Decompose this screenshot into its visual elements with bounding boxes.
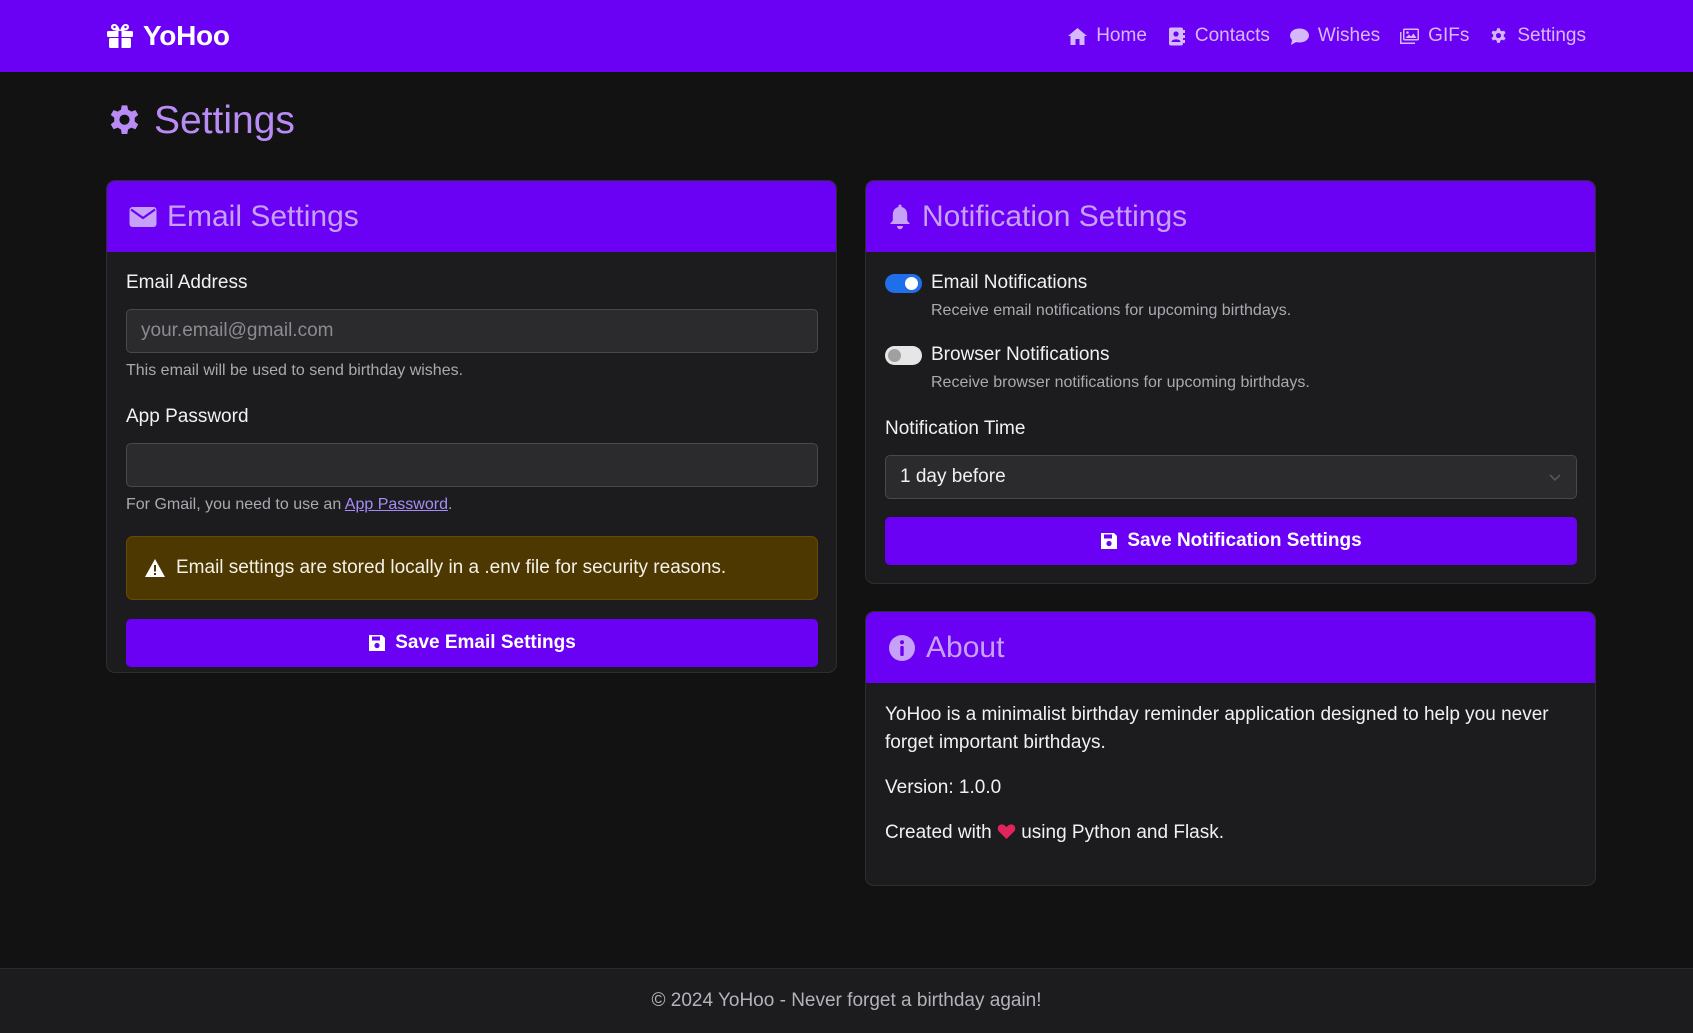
save-email-settings-button[interactable]: Save Email Settings <box>126 619 818 667</box>
navbar: YoHoo Home Contacts Wishes GIFs Settings <box>0 0 1693 72</box>
footer: © 2024 YoHoo - Never forget a birthday a… <box>0 968 1693 1033</box>
nav-home[interactable]: Home <box>1067 25 1147 47</box>
gear-icon <box>110 104 139 134</box>
browser-notifications-toggle[interactable] <box>885 346 922 365</box>
about-card: About YoHoo is a minimalist birthday rem… <box>865 611 1596 886</box>
save-email-settings-label: Save Email Settings <box>395 632 576 653</box>
info-circle-icon <box>889 634 915 661</box>
email-help-text: This email will be used to send birthday… <box>126 362 464 379</box>
security-warning-text: Email settings are stored locally in a .… <box>176 557 727 578</box>
email-notifications-label: Email Notifications <box>931 272 1088 293</box>
notification-settings-card: Notification Settings Email Notification… <box>865 180 1596 584</box>
about-credits: Created with using Python and Flask. <box>885 819 1576 847</box>
nav-wishes-label: Wishes <box>1317 25 1381 46</box>
heart-icon <box>997 824 1016 840</box>
chevron-down-icon <box>1549 474 1561 482</box>
browser-notifications-description: Receive browser notifications for upcomi… <box>931 374 1310 391</box>
app-password-link[interactable]: App Password <box>345 496 448 513</box>
address-book-icon <box>1168 27 1185 45</box>
notification-time-select[interactable]: 1 day before <box>885 455 1577 499</box>
app-password-input[interactable] <box>126 443 818 487</box>
nav-settings[interactable]: Settings <box>1488 25 1586 47</box>
nav-home-label: Home <box>1096 25 1147 46</box>
email-settings-card: Email Settings Email Address This email … <box>106 180 837 673</box>
footer-text: © 2024 YoHoo - Never forget a birthday a… <box>651 990 1042 1011</box>
notification-settings-title: Notification Settings <box>922 199 1188 233</box>
save-notification-settings-label: Save Notification Settings <box>1127 530 1362 551</box>
browser-notifications-label: Browser Notifications <box>931 344 1110 365</box>
home-icon <box>1068 27 1088 45</box>
brand-logo[interactable]: YoHoo <box>106 17 230 55</box>
nav-settings-label: Settings <box>1517 25 1586 46</box>
email-settings-title: Email Settings <box>167 199 359 233</box>
page-title: Settings <box>106 98 295 144</box>
nav-links: Home Contacts Wishes GIFs Settings <box>1067 22 1586 50</box>
comment-icon <box>1289 28 1309 45</box>
app-password-help: For Gmail, you need to use an App Passwo… <box>126 495 817 515</box>
email-notifications-toggle[interactable] <box>885 274 922 293</box>
nav-contacts[interactable]: Contacts <box>1166 25 1270 47</box>
brand-name: YoHoo <box>143 20 230 51</box>
app-password-help-prefix: For Gmail, you need to use an <box>126 496 342 513</box>
email-address-label: Email Address <box>126 272 248 293</box>
about-credits-suffix: using Python and Flask. <box>1021 822 1225 843</box>
app-password-label: App Password <box>126 406 249 427</box>
notification-time-label: Notification Time <box>885 418 1026 439</box>
nav-gifs-label: GIFs <box>1428 25 1470 46</box>
nav-wishes[interactable]: Wishes <box>1289 25 1380 47</box>
nav-gifs[interactable]: GIFs <box>1399 25 1469 47</box>
floppy-disk-icon <box>1101 533 1118 549</box>
gift-icon <box>107 24 133 48</box>
about-title: About <box>926 630 1005 664</box>
about-version: Version: 1.0.0 <box>885 777 1002 798</box>
about-credits-prefix: Created with <box>885 822 992 843</box>
page-title-text: Settings <box>154 99 295 142</box>
email-settings-header: Email Settings <box>107 181 836 252</box>
email-notifications-row: Email Notifications Receive email notifi… <box>885 271 1576 321</box>
gear-icon <box>1491 27 1506 43</box>
envelope-icon <box>129 206 157 227</box>
browser-notifications-row: Browser Notifications Receive browser no… <box>885 343 1576 393</box>
security-warning-alert: Email settings are stored locally in a .… <box>126 536 818 600</box>
notification-settings-body: Email Notifications Receive email notifi… <box>866 252 1595 583</box>
app-password-help-suffix: . <box>447 496 453 513</box>
nav-contacts-label: Contacts <box>1194 25 1270 46</box>
images-icon <box>1400 28 1420 44</box>
about-header: About <box>866 612 1595 683</box>
notification-settings-header: Notification Settings <box>866 181 1595 252</box>
about-body: YoHoo is a minimalist birthday reminder … <box>866 683 1595 866</box>
about-description: YoHoo is a minimalist birthday reminder … <box>885 704 1549 753</box>
email-settings-body: Email Address This email will be used to… <box>107 252 836 672</box>
email-notifications-description: Receive email notifications for upcoming… <box>931 302 1292 319</box>
bell-icon <box>890 204 910 229</box>
save-notification-settings-button[interactable]: Save Notification Settings <box>885 517 1577 565</box>
email-address-input[interactable] <box>126 309 818 353</box>
floppy-disk-icon <box>369 635 386 651</box>
warning-icon <box>145 559 165 577</box>
notification-time-value: 1 day before <box>900 466 1006 487</box>
